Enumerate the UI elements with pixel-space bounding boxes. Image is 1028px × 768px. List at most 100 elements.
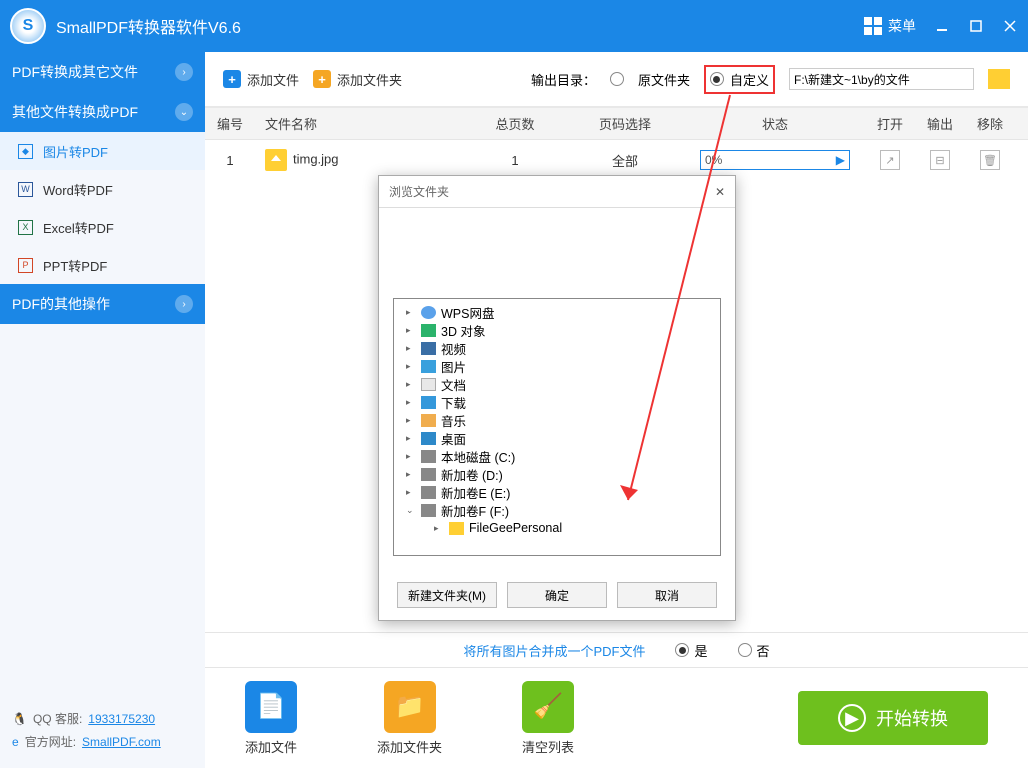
tree-item[interactable]: ▸桌面 bbox=[396, 429, 718, 447]
radio-custom[interactable] bbox=[710, 72, 724, 86]
qq-icon: 🐧 bbox=[12, 712, 27, 726]
ok-button[interactable]: 确定 bbox=[507, 582, 607, 608]
table-header: 编号 文件名称 总页数 页码选择 状态 打开 输出 移除 bbox=[205, 108, 1028, 140]
menu-button[interactable]: 菜单 bbox=[864, 16, 916, 36]
radio-original-folder[interactable] bbox=[610, 72, 624, 86]
cloud-icon bbox=[421, 306, 436, 319]
clear-list-button[interactable]: 🧹清空列表 bbox=[522, 681, 574, 756]
remove-button[interactable]: 🗑 bbox=[980, 150, 1000, 170]
sidebar-footer: 🐧QQ 客服:1933175230 e官方网址:SmallPDF.com bbox=[0, 698, 205, 768]
close-button[interactable] bbox=[1002, 18, 1018, 34]
custom-output-highlight: 自定义 bbox=[704, 65, 775, 94]
folder-tree[interactable]: ▸WPS网盘 ▸3D 对象 ▸视频 ▸图片 ▸文档 ▸下载 ▸音乐 ▸桌面 ▸本… bbox=[393, 298, 721, 556]
chevron-right-icon: › bbox=[175, 295, 193, 313]
broom-icon: 🧹 bbox=[522, 681, 574, 733]
file-plus-icon: 📄 bbox=[245, 681, 297, 733]
col-name: 文件名称 bbox=[255, 114, 465, 133]
minimize-button[interactable] bbox=[934, 18, 950, 34]
disk-icon bbox=[421, 486, 436, 499]
sidebar-item-word-to-pdf[interactable]: WWord转PDF bbox=[0, 170, 205, 208]
add-folder-big-button[interactable]: 📁添加文件夹 bbox=[377, 681, 442, 756]
custom-label: 自定义 bbox=[730, 70, 769, 89]
menu-label: 菜单 bbox=[888, 16, 916, 36]
cell-select[interactable]: 全部 bbox=[565, 151, 685, 170]
folder-plus-icon: + bbox=[313, 70, 331, 88]
tree-item[interactable]: ▸视频 bbox=[396, 339, 718, 357]
ie-icon: e bbox=[12, 735, 19, 749]
cell-status: 0%▶ bbox=[685, 150, 865, 170]
music-icon bbox=[421, 414, 436, 427]
tree-item[interactable]: ▸FileGeePersonal bbox=[396, 519, 718, 537]
browse-folder-button[interactable] bbox=[988, 69, 1010, 89]
col-num: 编号 bbox=[205, 114, 255, 133]
qq-link[interactable]: 1933175230 bbox=[88, 712, 155, 726]
tree-item[interactable]: ▸下载 bbox=[396, 393, 718, 411]
sidebar-item-ppt-to-pdf[interactable]: PPPT转PDF bbox=[0, 246, 205, 284]
browse-folder-dialog: 浏览文件夹 ✕ ▸WPS网盘 ▸3D 对象 ▸视频 ▸图片 ▸文档 ▸下载 ▸音… bbox=[378, 175, 736, 621]
tree-item[interactable]: ▸3D 对象 bbox=[396, 321, 718, 339]
folder-plus-icon: 📁 bbox=[384, 681, 436, 733]
tree-item[interactable]: ▸WPS网盘 bbox=[396, 303, 718, 321]
table-row[interactable]: 1 timg.jpg 1 全部 0%▶ ↗ ⊟ 🗑 bbox=[205, 140, 1028, 180]
sidebar-item-image-to-pdf[interactable]: ◆图片转PDF bbox=[0, 132, 205, 170]
disk-icon bbox=[421, 450, 436, 463]
tree-item[interactable]: ▸音乐 bbox=[396, 411, 718, 429]
sidebar-item-excel-to-pdf[interactable]: XExcel转PDF bbox=[0, 208, 205, 246]
col-out: 输出 bbox=[915, 114, 965, 133]
tree-item[interactable]: ⌄新加卷F (F:) bbox=[396, 501, 718, 519]
new-folder-button[interactable]: 新建文件夹(M) bbox=[397, 582, 497, 608]
word-icon: W bbox=[18, 182, 33, 197]
maximize-button[interactable] bbox=[968, 18, 984, 34]
merge-question: 将所有图片合并成一个PDF文件 bbox=[463, 641, 645, 660]
sidebar-section-pdf-to-other[interactable]: PDF转换成其它文件› bbox=[0, 52, 205, 92]
add-folder-button[interactable]: +添加文件夹 bbox=[313, 70, 402, 89]
tree-item[interactable]: ▸图片 bbox=[396, 357, 718, 375]
toolbar: +添加文件 +添加文件夹 输出目录： 原文件夹 自定义 bbox=[205, 52, 1028, 108]
radio-merge-no[interactable] bbox=[738, 643, 752, 657]
progress-bar[interactable]: 0%▶ bbox=[700, 150, 850, 170]
disk-icon bbox=[421, 504, 436, 517]
folder-icon bbox=[449, 522, 464, 535]
video-icon bbox=[421, 342, 436, 355]
start-convert-button[interactable]: ▶开始转换 bbox=[798, 691, 988, 745]
col-status: 状态 bbox=[685, 114, 865, 133]
documents-icon bbox=[421, 378, 436, 391]
dialog-close-button[interactable]: ✕ bbox=[715, 185, 725, 199]
desktop-icon bbox=[421, 432, 436, 445]
tree-item[interactable]: ▸本地磁盘 (C:) bbox=[396, 447, 718, 465]
menu-icon bbox=[864, 17, 882, 35]
output-path-input[interactable] bbox=[789, 68, 974, 90]
dialog-titlebar: 浏览文件夹 ✕ bbox=[379, 176, 735, 208]
add-file-button[interactable]: +添加文件 bbox=[223, 70, 299, 89]
sidebar: PDF转换成其它文件› 其他文件转换成PDF⌄ ◆图片转PDF WWord转PD… bbox=[0, 52, 205, 768]
pictures-icon bbox=[421, 360, 436, 373]
excel-icon: X bbox=[18, 220, 33, 235]
play-circle-icon: ▶ bbox=[838, 704, 866, 732]
merge-bar: 将所有图片合并成一个PDF文件 是 否 bbox=[205, 632, 1028, 668]
disk-icon bbox=[421, 468, 436, 481]
tree-item[interactable]: ▸新加卷E (E:) bbox=[396, 483, 718, 501]
sidebar-section-other-to-pdf[interactable]: 其他文件转换成PDF⌄ bbox=[0, 92, 205, 132]
bottom-toolbar: 📄添加文件 📁添加文件夹 🧹清空列表 ▶开始转换 bbox=[205, 668, 1028, 768]
app-logo: S bbox=[10, 8, 46, 44]
play-icon[interactable]: ▶ bbox=[836, 153, 845, 167]
add-file-big-button[interactable]: 📄添加文件 bbox=[245, 681, 297, 756]
col-sel: 页码选择 bbox=[565, 114, 685, 133]
chevron-down-icon: ⌄ bbox=[175, 103, 193, 121]
col-del: 移除 bbox=[965, 114, 1015, 133]
sidebar-section-pdf-other-ops[interactable]: PDF的其他操作› bbox=[0, 284, 205, 324]
dialog-title: 浏览文件夹 bbox=[389, 183, 449, 200]
open-button[interactable]: ↗ bbox=[880, 150, 900, 170]
cancel-button[interactable]: 取消 bbox=[617, 582, 717, 608]
tree-item[interactable]: ▸文档 bbox=[396, 375, 718, 393]
chevron-right-icon: › bbox=[175, 63, 193, 81]
cell-num: 1 bbox=[205, 153, 255, 168]
output-dir-label: 输出目录： bbox=[531, 70, 596, 89]
downloads-icon bbox=[421, 396, 436, 409]
tree-item[interactable]: ▸新加卷 (D:) bbox=[396, 465, 718, 483]
image-icon: ◆ bbox=[18, 144, 33, 159]
radio-merge-yes[interactable] bbox=[675, 643, 689, 657]
ppt-icon: P bbox=[18, 258, 33, 273]
site-link[interactable]: SmallPDF.com bbox=[82, 735, 161, 749]
output-button[interactable]: ⊟ bbox=[930, 150, 950, 170]
